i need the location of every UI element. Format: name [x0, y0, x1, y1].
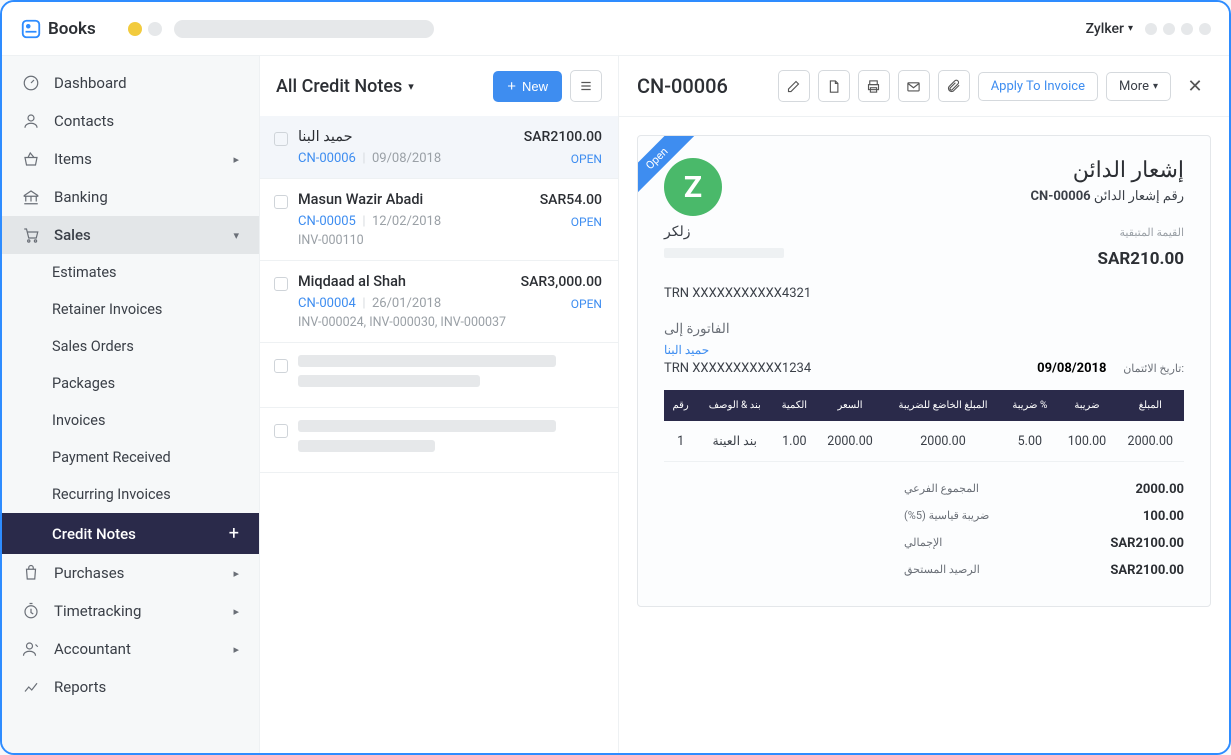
date-label: تاريخ الائتمان: — [1123, 362, 1184, 375]
pdf-button[interactable] — [818, 70, 850, 102]
gauge-icon — [22, 74, 40, 92]
bag-icon — [22, 564, 40, 582]
balance-label: القيمة المتبقية — [1031, 226, 1184, 239]
plus-icon[interactable]: + — [229, 523, 239, 544]
person-icon — [22, 112, 40, 130]
sidebar-item-accountant[interactable]: Accountant ▸ — [2, 630, 259, 668]
table-header: رقم بند & الوصف الكمية السعر المبلغ الخا… — [664, 390, 1184, 421]
subtotal-value: 2000.00 — [1135, 482, 1184, 497]
checkbox[interactable] — [274, 132, 288, 146]
list-title-dropdown[interactable]: All Credit Notes ▾ — [276, 76, 414, 97]
sidebar-item-invoices[interactable]: Invoices — [2, 402, 259, 439]
total-value: SAR2100.00 — [1110, 536, 1184, 551]
list-menu-button[interactable] — [570, 70, 602, 102]
header-extras — [1145, 23, 1211, 35]
company-trn: TRN XXXXXXXXXXX4321 — [664, 286, 811, 301]
chart-icon — [22, 678, 40, 696]
list-panel: All Credit Notes ▾ + New حميد البناSAR21… — [260, 56, 619, 753]
url-bar-placeholder — [174, 20, 434, 38]
basket-icon — [22, 150, 40, 168]
company-name: زلكر — [664, 224, 811, 240]
sidebar-item-payment-received[interactable]: Payment Received — [2, 439, 259, 476]
sidebar-item-items[interactable]: Items ▸ — [2, 140, 259, 178]
credit-note-document: Open Z زلكر TRN XXXXXXXXXXX4321 إ — [637, 135, 1211, 607]
chevron-right-icon: ▸ — [233, 643, 239, 656]
app-logo: Books — [20, 18, 96, 40]
chevron-right-icon: ▸ — [233, 153, 239, 166]
detail-title: CN-00006 — [637, 74, 728, 98]
close-button[interactable]: ✕ — [1179, 70, 1211, 102]
more-button[interactable]: More▾ — [1106, 72, 1171, 101]
chevron-right-icon: ▸ — [233, 567, 239, 580]
attach-button[interactable] — [938, 70, 970, 102]
balance-value: SAR210.00 — [1031, 249, 1184, 269]
bill-to-label: الفاتورة إلى — [664, 321, 811, 337]
customer-name[interactable]: حميد البنا — [664, 343, 811, 357]
chevron-right-icon: ▸ — [233, 605, 239, 618]
clock-icon — [22, 602, 40, 620]
sidebar-item-dashboard[interactable]: Dashboard — [2, 64, 259, 102]
date-value: 09/08/2018 — [1037, 361, 1106, 376]
sidebar-item-recurring-invoices[interactable]: Recurring Invoices — [2, 476, 259, 513]
sidebar-item-reports[interactable]: Reports — [2, 668, 259, 706]
list-row-placeholder — [260, 408, 618, 473]
address-placeholder — [664, 248, 784, 258]
list-row[interactable]: Masun Wazir AbadiSAR54.00 CN-00005 | 12/… — [260, 179, 618, 261]
detail-panel: CN-00006 Apply To Invoice More▾ ✕ Open — [619, 56, 1229, 753]
print-button[interactable] — [858, 70, 890, 102]
person-icon — [22, 640, 40, 658]
table-row: 1 بند العينة 1.00 2000.00 2000.00 5.00 1… — [664, 421, 1184, 462]
sidebar-item-retainer[interactable]: Retainer Invoices — [2, 291, 259, 328]
list-row[interactable]: Miqdaad al ShahSAR3,000.00 CN-00004 | 26… — [260, 261, 618, 343]
mail-button[interactable] — [898, 70, 930, 102]
sidebar-item-contacts[interactable]: Contacts — [2, 102, 259, 140]
customer-trn: TRN XXXXXXXXXXX1234 — [664, 361, 811, 376]
window-controls — [128, 22, 162, 36]
sidebar-item-purchases[interactable]: Purchases ▸ — [2, 554, 259, 592]
total-label: الإجمالي — [904, 536, 942, 551]
sidebar-item-timetracking[interactable]: Timetracking ▸ — [2, 592, 259, 630]
list-row[interactable]: حميد البناSAR2100.00 CN-00006 | 09/08/20… — [260, 116, 618, 179]
line-items-table: رقم بند & الوصف الكمية السعر المبلغ الخا… — [664, 390, 1184, 462]
sidebar-item-estimates[interactable]: Estimates — [2, 254, 259, 291]
bank-icon — [22, 188, 40, 206]
list-row-placeholder — [260, 343, 618, 408]
credit-note-number: CN-00006 رقم إشعار الدائن — [1031, 189, 1184, 204]
cart-icon — [22, 226, 40, 244]
credit-note-heading: إشعار الدائن — [1031, 158, 1184, 183]
due-label: الرصيد المستحق — [904, 563, 980, 578]
chevron-down-icon: ▾ — [233, 229, 239, 242]
apply-to-invoice-button[interactable]: Apply To Invoice — [978, 72, 1098, 101]
due-value: SAR2100.00 — [1110, 563, 1184, 578]
sidebar-item-sales[interactable]: Sales ▾ — [2, 216, 259, 254]
tax-label: ضريبة قياسية (5%) — [904, 509, 989, 524]
app-name: Books — [48, 19, 96, 39]
sidebar-item-packages[interactable]: Packages — [2, 365, 259, 402]
sidebar-item-banking[interactable]: Banking — [2, 178, 259, 216]
sidebar: Dashboard Contacts Items ▸ Banking Sales… — [2, 56, 260, 753]
org-selector[interactable]: Zylker ▾ — [1086, 21, 1133, 37]
checkbox[interactable] — [274, 195, 288, 209]
subtotal-label: المجموع الفرعي — [904, 482, 979, 497]
sidebar-item-sales-orders[interactable]: Sales Orders — [2, 328, 259, 365]
tax-value: 100.00 — [1143, 509, 1184, 524]
sidebar-item-credit-notes[interactable]: Credit Notes + — [2, 513, 259, 554]
edit-button[interactable] — [778, 70, 810, 102]
checkbox[interactable] — [274, 277, 288, 291]
company-logo: Z — [664, 158, 722, 216]
new-button[interactable]: + New — [493, 71, 562, 102]
